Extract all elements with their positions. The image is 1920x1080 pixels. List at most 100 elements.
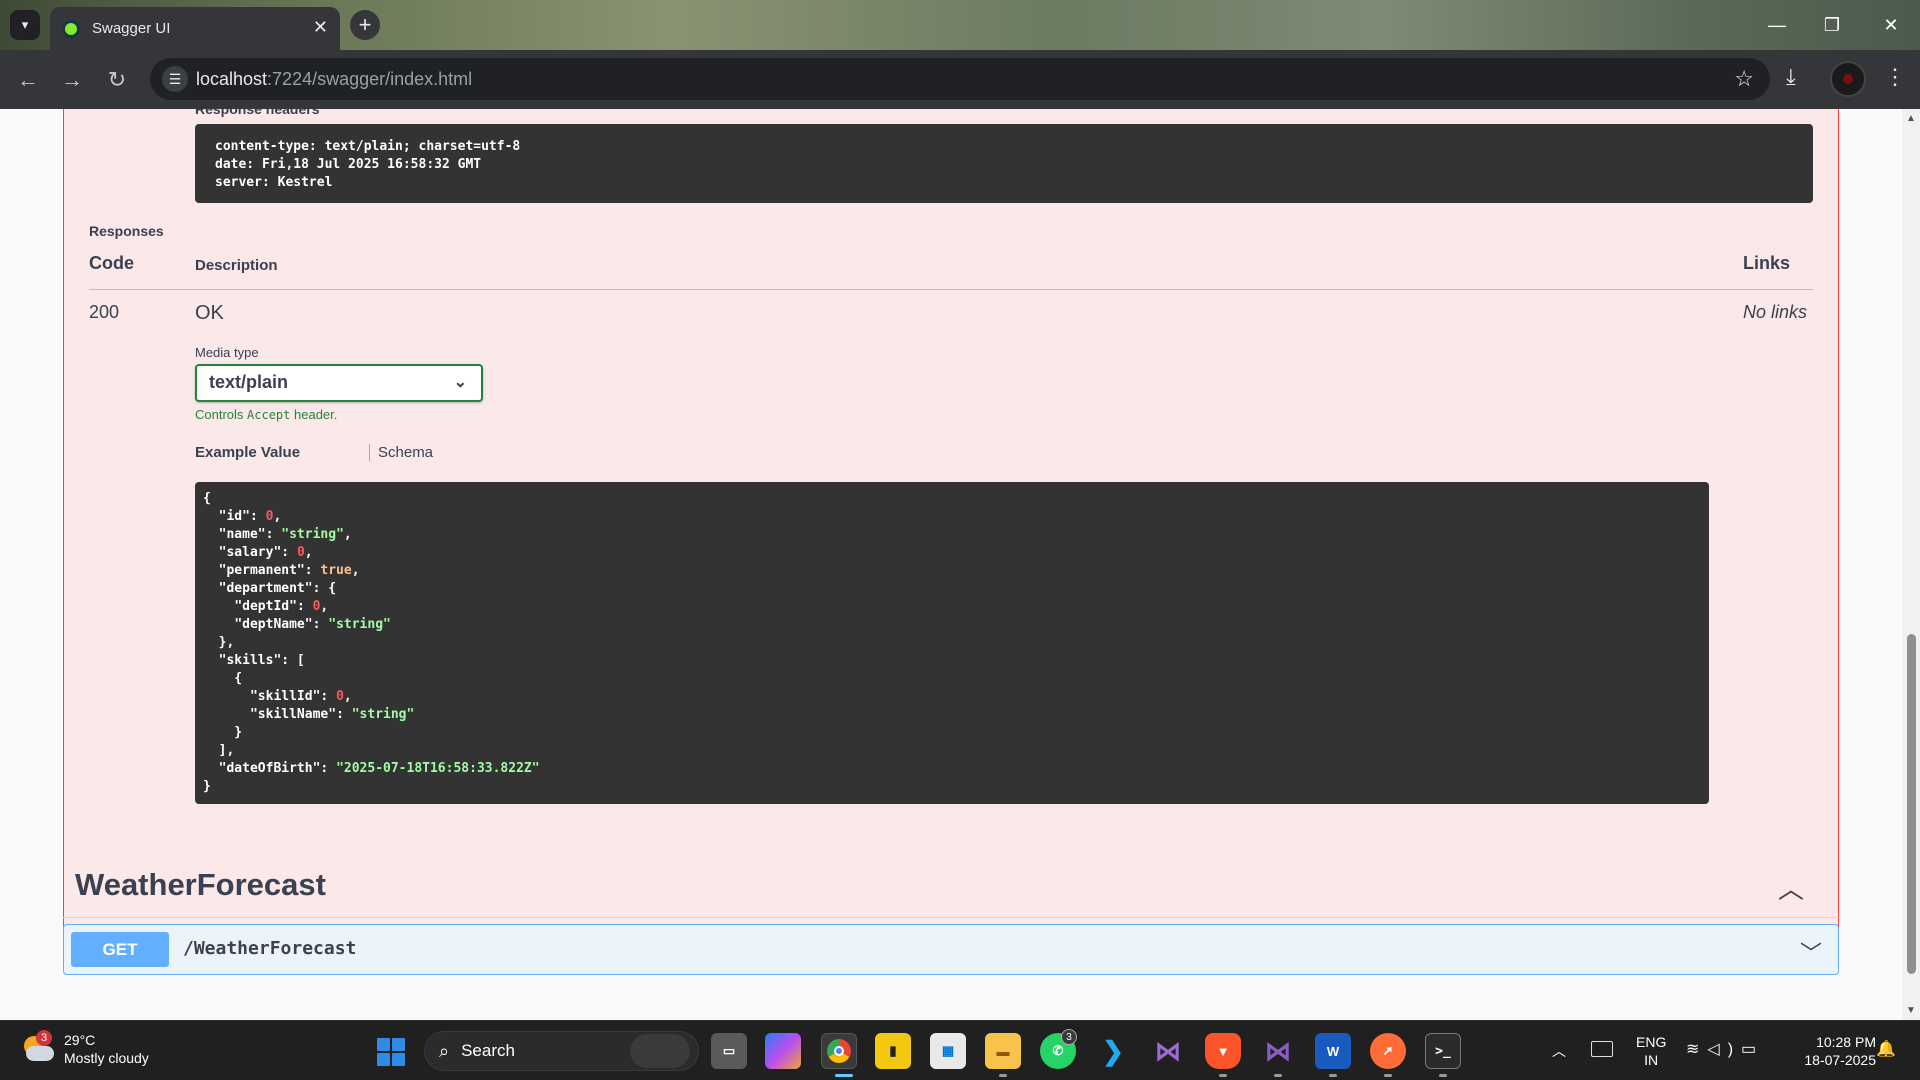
postman-icon[interactable]: ➚ [1370,1033,1406,1069]
weather-temp: 29°C [64,1032,96,1048]
close-window-button[interactable]: ✕ [1871,10,1911,40]
operation-block-expanded: Response headers content-type: text/plai… [63,109,1839,944]
tab-strip: ▾ Swagger UI ✕ + — ❐ ✕ [0,0,1920,50]
json-line: { [203,491,211,506]
media-type-select[interactable]: text/plain ⌄ [195,364,483,402]
controls-accept-note: Controls Accept header. [195,407,338,422]
header-line: content-type: text/plain; charset=utf-8 [215,139,521,154]
col-header-code: Code [89,253,134,273]
tab-example-value[interactable]: Example Value [195,444,300,461]
table-divider [89,289,1813,290]
battery-icon: ▭ [1741,1041,1765,1058]
json-line: "deptId": 0, [234,599,329,614]
download-icon[interactable]: ⤓ [1786,64,1796,90]
json-line: "id": 0, [218,509,282,524]
active-tab[interactable]: Swagger UI ✕ [50,7,340,50]
touch-keyboard-icon[interactable] [1591,1041,1613,1057]
tab-search-button[interactable]: ▾ [10,10,40,40]
tray-network-volume-battery[interactable]: ≋◁)▭ [1686,1039,1764,1059]
section-divider [63,917,1839,918]
start-windows-icon[interactable] [377,1038,405,1066]
swagger-favicon-icon [62,19,80,38]
running-indicator [1384,1074,1392,1077]
col-header-links: Links [1743,253,1791,273]
json-line: "skillName": "string" [249,707,415,722]
running-indicator [1219,1074,1227,1077]
terminal-icon[interactable]: >_ [1425,1033,1461,1069]
tab-title: Swagger UI [92,20,171,37]
running-indicator [1439,1074,1447,1077]
store-icon[interactable]: ▦ [930,1033,966,1069]
tab-close-icon[interactable]: ✕ [313,17,328,38]
taskbar-search-box[interactable]: ⌕ Search [424,1031,699,1071]
new-tab-button[interactable]: + [350,10,380,40]
json-line: "department": { [218,581,337,596]
tab-schema[interactable]: Schema [378,444,433,461]
language-indicator[interactable]: ENG IN [1636,1033,1666,1069]
running-indicator [999,1074,1007,1077]
copilot-icon[interactable] [765,1033,801,1069]
json-line: "salary": 0, [218,545,313,560]
chevron-up-icon[interactable]: ︿ [1778,869,1804,906]
tab-separator [369,444,370,461]
site-info-icon[interactable]: ☰ [162,66,188,92]
task-view-icon[interactable]: ▭ [711,1033,747,1069]
json-line: "name": "string", [218,527,352,542]
weather-badge: 3 [36,1030,52,1046]
visual-studio-preview-icon[interactable]: ⋈ [1260,1033,1296,1069]
chevron-down-icon[interactable]: ﹀ [1800,936,1822,968]
json-line: } [203,725,243,740]
endpoint-path: /WeatherForecast [183,938,357,959]
menu-kebab-icon[interactable]: ⋮ [1884,64,1906,90]
notification-bell-icon[interactable]: 🔔 [1876,1039,1896,1059]
brave-icon[interactable]: ▼ [1205,1033,1241,1069]
vscode-icon[interactable]: ❯ [1095,1033,1131,1069]
scroll-up-arrow-icon[interactable]: ▲ [1906,113,1916,124]
example-value-code: { "id": 0, "name": "string", "salary": 0… [195,482,1709,804]
json-line: ], [203,743,235,758]
vertical-scrollbar[interactable]: ▲ ▼ [1902,109,1920,1020]
address-bar[interactable]: ☰ localhost:7224/swagger/index.html ☆ [150,58,1770,100]
scroll-down-arrow-icon[interactable]: ▼ [1906,1005,1916,1016]
response-headers-code: content-type: text/plain; charset=utf-8 … [195,124,1813,203]
chrome-icon[interactable] [821,1033,857,1069]
json-line: "permanent": true, [218,563,360,578]
col-header-description: Description [195,257,278,274]
json-line: }, [203,635,235,650]
json-line: "dateOfBirth": "2025-07-18T16:58:33.822Z… [218,761,540,776]
file-explorer-icon[interactable]: ▬ [985,1033,1021,1069]
windows-taskbar: 3 29°C Mostly cloudy ⌕ Search ▭ ▮ ▦ ▬ ✆ … [0,1020,1920,1080]
profile-avatar[interactable] [1830,61,1866,97]
wifi-icon: ≋ [1686,1041,1708,1058]
active-app-indicator [835,1074,853,1077]
powerbi-icon[interactable]: ▮ [875,1033,911,1069]
running-indicator [1329,1074,1337,1077]
restore-button[interactable]: ❐ [1812,10,1852,40]
response-links: No links [1743,302,1808,322]
weather-widget[interactable]: 3 29°C Mostly cloudy [20,1030,149,1067]
page-viewport: Response headers content-type: text/plai… [0,109,1902,1020]
tray-overflow-chevron-icon[interactable]: ︿ [1552,1041,1566,1061]
header-line: server: Kestrel [215,175,333,190]
json-line: { [203,671,243,686]
visual-studio-icon[interactable]: ⋈ [1150,1033,1186,1069]
url-text[interactable]: localhost:7224/swagger/index.html [196,69,472,90]
bookmark-star-icon[interactable]: ☆ [1734,66,1754,92]
response-headers-label: Response headers [195,109,320,117]
json-line: "deptName": "string" [234,617,391,632]
whatsapp-badge: 3 [1061,1029,1077,1045]
section-title[interactable]: WeatherForecast [75,867,326,903]
get-endpoint-row[interactable]: GET /WeatherForecast ﹀ [63,924,1839,975]
word-icon[interactable]: W [1315,1033,1351,1069]
back-arrow-icon[interactable]: ← [12,64,44,96]
clock[interactable]: 10:28 PM 18-07-2025 [1786,1033,1876,1069]
responses-label: Responses [89,223,164,239]
search-label: Search [461,1041,515,1060]
chevron-down-icon: ⌄ [453,374,467,391]
media-type-value: text/plain [209,372,289,392]
reload-icon[interactable]: ↻ [101,64,133,96]
scrollbar-thumb[interactable] [1907,634,1916,974]
forward-arrow-icon[interactable]: → [56,64,88,96]
browser-toolbar: ← → ↻ ☰ localhost:7224/swagger/index.htm… [0,50,1920,109]
minimize-button[interactable]: — [1757,10,1797,40]
